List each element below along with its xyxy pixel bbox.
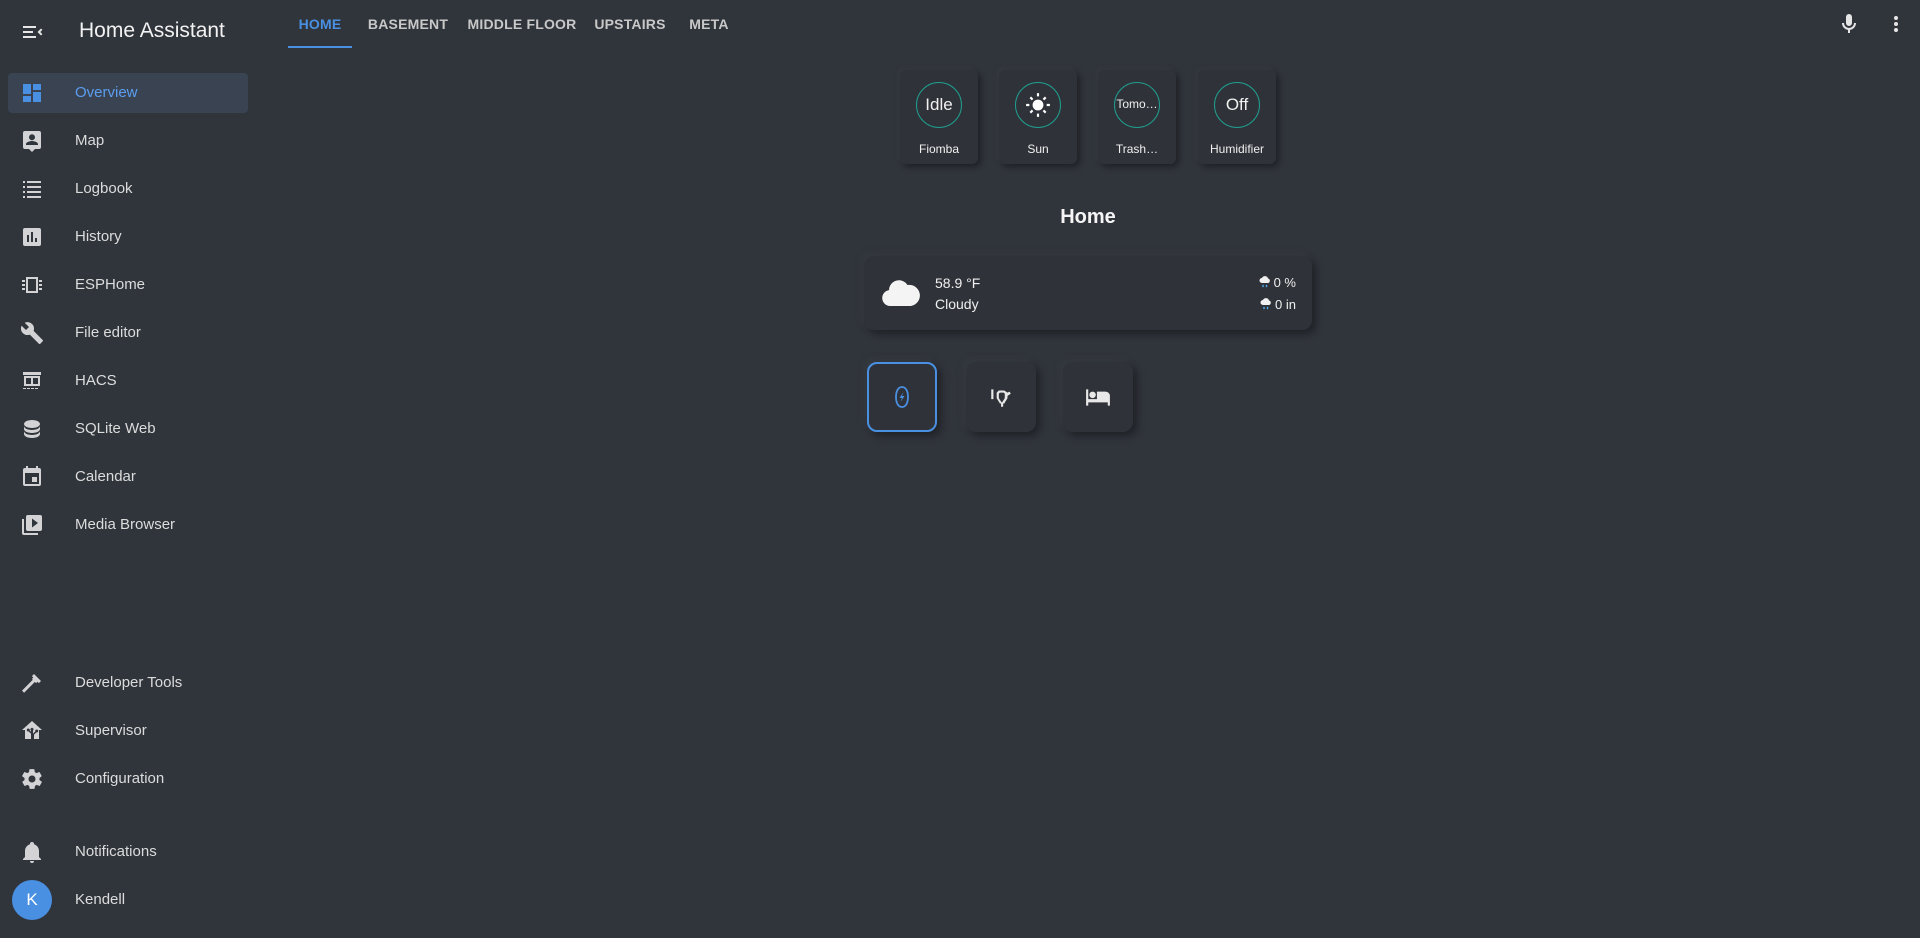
sidebar-item-label: Media Browser bbox=[75, 516, 176, 533]
sidebar-item-file-editor[interactable]: File editor bbox=[8, 313, 248, 353]
sidebar-item-label: Supervisor bbox=[75, 722, 147, 739]
wrench-icon bbox=[20, 321, 44, 345]
sidebar-item-history[interactable]: History bbox=[8, 217, 248, 257]
cog-icon bbox=[20, 767, 44, 791]
sidebar-item-logbook[interactable]: Logbook bbox=[8, 169, 248, 209]
app-title: Home Assistant bbox=[79, 19, 225, 42]
badge-label: Fiomba bbox=[918, 142, 959, 156]
user-name: Kendell bbox=[75, 891, 126, 908]
hammer-icon bbox=[20, 671, 44, 695]
home-assistant-icon bbox=[20, 719, 44, 743]
sidebar: Home Assistant Overview Map Logbook Hist… bbox=[0, 0, 256, 938]
badge-humidifier[interactable]: Off Humidifier bbox=[1198, 70, 1276, 164]
sidebar-item-developer-tools[interactable]: Developer Tools bbox=[8, 663, 248, 703]
microphone-icon[interactable] bbox=[1837, 12, 1861, 36]
badge-value: Tomo… bbox=[1114, 82, 1160, 128]
calendar-icon bbox=[20, 465, 44, 489]
rainy-icon bbox=[1259, 276, 1270, 288]
sidebar-item-configuration[interactable]: Configuration bbox=[8, 759, 248, 799]
top-app-bar: HOME BASEMENT MIDDLE FLOOR UPSTAIRS META bbox=[256, 0, 1920, 48]
sidebar-item-calendar[interactable]: Calendar bbox=[8, 457, 248, 497]
menu-open-icon[interactable] bbox=[20, 20, 44, 44]
sidebar-item-sqlite-web[interactable]: SQLite Web bbox=[8, 409, 248, 449]
room-button-1[interactable] bbox=[867, 362, 937, 432]
dots-vertical-icon[interactable] bbox=[1884, 12, 1908, 36]
room-button-2[interactable] bbox=[966, 362, 1036, 432]
sidebar-item-label: Map bbox=[75, 132, 105, 149]
leaf-oval-icon bbox=[895, 386, 909, 408]
sidebar-item-label: Developer Tools bbox=[75, 674, 183, 691]
weather-condition: Cloudy bbox=[935, 296, 979, 312]
sidebar-item-notifications[interactable]: Notifications bbox=[8, 832, 248, 872]
weather-card[interactable]: 58.9 °F Cloudy 0 % 0 in bbox=[864, 256, 1312, 330]
sidebar-item-label: History bbox=[75, 228, 122, 245]
badge-trash[interactable]: Tomo… Trash… bbox=[1098, 70, 1176, 164]
badge-label: Trash… bbox=[1115, 142, 1159, 156]
sidebar-item-hacs[interactable]: HACS bbox=[8, 361, 248, 401]
sidebar-header: Home Assistant bbox=[0, 0, 256, 64]
room-button-3[interactable] bbox=[1063, 362, 1133, 432]
badge-value: Idle bbox=[916, 82, 962, 128]
sidebar-item-label: Calendar bbox=[75, 468, 136, 485]
sidebar-item-supervisor[interactable]: Supervisor bbox=[8, 711, 248, 751]
rainy-icon bbox=[1260, 298, 1271, 310]
tab-basement[interactable]: BASEMENT bbox=[360, 0, 456, 48]
sidebar-item-label: Logbook bbox=[75, 180, 133, 197]
tab-home[interactable]: HOME bbox=[288, 0, 352, 48]
sidebar-item-profile[interactable]: Kendell bbox=[8, 880, 248, 920]
play-box-multiple-icon bbox=[20, 513, 44, 537]
view-dashboard-icon bbox=[20, 81, 44, 105]
badge-sun[interactable]: Sun bbox=[999, 70, 1077, 164]
weather-temperature: 58.9 °F bbox=[935, 275, 981, 291]
weather-precipitation: 0 in bbox=[1260, 297, 1296, 312]
format-list-bulleted-icon bbox=[20, 177, 44, 201]
precipitation-value: 0 in bbox=[1275, 297, 1296, 312]
sidebar-item-media-browser[interactable]: Media Browser bbox=[8, 505, 248, 545]
map-account-icon bbox=[20, 129, 44, 153]
badge-label: Humidifier bbox=[1209, 142, 1264, 156]
sidebar-item-label: HACS bbox=[75, 372, 117, 389]
chip-icon bbox=[20, 273, 44, 297]
cloudy-icon bbox=[882, 280, 920, 306]
sidebar-item-label: SQLite Web bbox=[75, 420, 156, 437]
sidebar-item-esphome[interactable]: ESPHome bbox=[8, 265, 248, 305]
sidebar-item-label: Overview bbox=[75, 84, 138, 101]
tab-middle-floor[interactable]: MIDDLE FLOOR bbox=[462, 0, 582, 48]
sidebar-item-overview[interactable]: Overview bbox=[8, 73, 248, 113]
shower-icon bbox=[991, 389, 1011, 407]
sidebar-item-label: Configuration bbox=[75, 770, 165, 787]
database-icon bbox=[20, 417, 44, 441]
sidebar-item-label: ESPHome bbox=[75, 276, 146, 293]
tab-upstairs[interactable]: UPSTAIRS bbox=[588, 0, 672, 48]
sun-icon bbox=[1026, 93, 1050, 117]
chart-box-icon bbox=[20, 225, 44, 249]
view-title: Home bbox=[1060, 206, 1116, 228]
badge-fiomba[interactable]: Idle Fiomba bbox=[900, 70, 978, 164]
sidebar-item-label: Notifications bbox=[75, 843, 157, 860]
precip-probability-value: 0 % bbox=[1273, 275, 1296, 290]
badge-value bbox=[1015, 82, 1061, 128]
sidebar-item-label: File editor bbox=[75, 324, 141, 341]
badge-value: Off bbox=[1214, 82, 1260, 128]
weather-precip-probability: 0 % bbox=[1259, 275, 1296, 290]
bell-icon bbox=[20, 840, 44, 864]
sidebar-item-map[interactable]: Map bbox=[8, 121, 248, 161]
bed-icon bbox=[1086, 389, 1110, 406]
badge-label: Sun bbox=[1027, 142, 1049, 156]
hacs-store-icon bbox=[20, 369, 44, 393]
tab-meta[interactable]: META bbox=[678, 0, 740, 48]
